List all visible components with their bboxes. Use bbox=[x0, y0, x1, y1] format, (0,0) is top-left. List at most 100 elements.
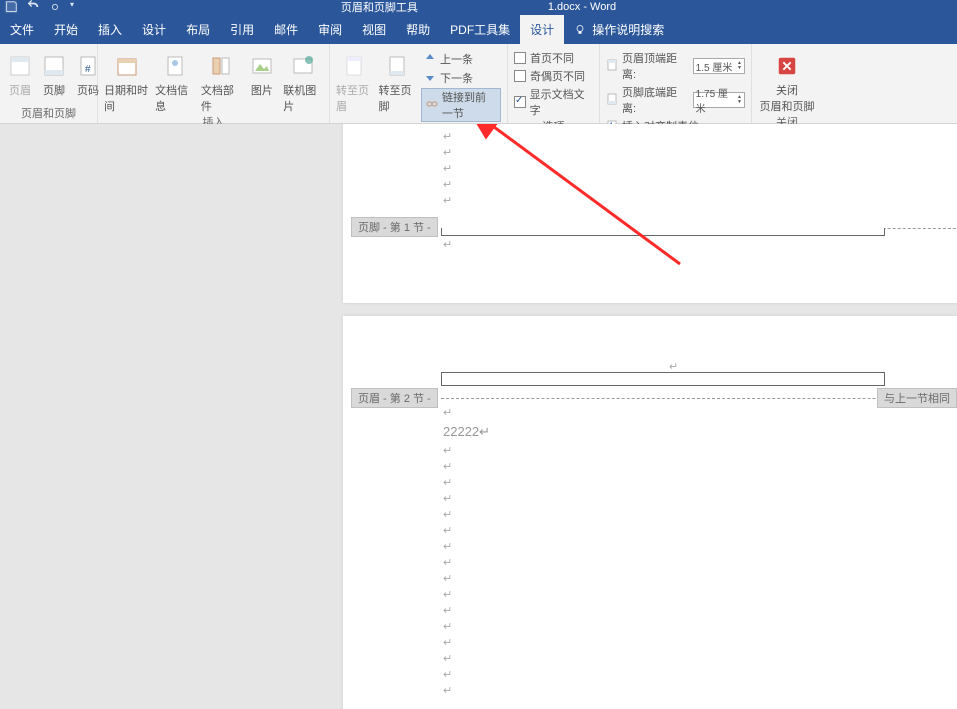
header-distance-input[interactable]: 1.5 厘米 ▲▼ bbox=[693, 58, 745, 74]
show-text-label: 显示文档文字 bbox=[530, 86, 593, 118]
footer-distance-input[interactable]: 1.75 厘米 ▲▼ bbox=[693, 92, 745, 108]
header-label: 页眉 bbox=[9, 82, 31, 98]
header-section-2-tag: 页眉 - 第 2 节 - bbox=[351, 388, 438, 408]
undo-icon[interactable] bbox=[26, 0, 40, 14]
onlinepic-button[interactable]: 联机图片 bbox=[283, 50, 323, 114]
redo-icon[interactable] bbox=[48, 0, 62, 14]
footer-table-row[interactable] bbox=[441, 228, 885, 236]
page-2[interactable]: ↵ 页眉 - 第 2 节 - 与上一节相同 ↵ 22222↵ ↵ ↵ ↵ ↵ ↵… bbox=[343, 316, 957, 709]
onlinepic-label: 联机图片 bbox=[283, 82, 323, 114]
header-dist-label: 页眉顶端距离: bbox=[622, 50, 689, 82]
para-mark: ↵ bbox=[443, 524, 452, 537]
save-icon[interactable] bbox=[4, 0, 18, 14]
tell-me-search[interactable]: 操作说明搜索 bbox=[564, 15, 674, 44]
next-section-button[interactable]: 下一条 bbox=[421, 69, 501, 87]
para-mark: ↵ bbox=[443, 460, 452, 473]
show-text-checkbox[interactable]: 显示文档文字 bbox=[514, 86, 593, 118]
goto-header-icon bbox=[340, 52, 368, 80]
picture-icon bbox=[248, 52, 276, 80]
tab-design[interactable]: 设计 bbox=[132, 15, 176, 44]
same-as-previous-tag: 与上一节相同 bbox=[877, 388, 957, 408]
group-hf-label: 页眉和页脚 bbox=[6, 105, 91, 123]
tab-hf-design[interactable]: 设计 bbox=[520, 15, 564, 44]
goto-header-label: 转至页眉 bbox=[336, 82, 373, 114]
para-mark: ↵ bbox=[443, 476, 452, 489]
tab-home[interactable]: 开始 bbox=[44, 15, 88, 44]
document-workspace[interactable]: ↵ ↵ ↵ ↵ ↵ 页脚 - 第 1 节 - ↵ ↵ 页眉 - 第 2 节 - … bbox=[0, 124, 957, 709]
para-mark: ↵ bbox=[443, 146, 452, 159]
tab-help[interactable]: 帮助 bbox=[396, 15, 440, 44]
para-mark: ↵ bbox=[443, 684, 452, 697]
prev-label: 上一条 bbox=[440, 51, 473, 67]
page-1[interactable]: ↵ ↵ ↵ ↵ ↵ 页脚 - 第 1 节 - ↵ bbox=[343, 124, 957, 303]
tab-mailings[interactable]: 邮件 bbox=[264, 15, 308, 44]
tab-view[interactable]: 视图 bbox=[352, 15, 396, 44]
goto-header-button[interactable]: 转至页眉 bbox=[336, 50, 373, 114]
footer-label: 页脚 bbox=[43, 82, 65, 98]
para-mark: ↵ bbox=[443, 620, 452, 633]
close-label2: 页眉和页脚 bbox=[760, 98, 815, 114]
tab-review[interactable]: 审阅 bbox=[308, 15, 352, 44]
goto-footer-icon bbox=[383, 52, 411, 80]
header-dist-value: 1.5 厘米 bbox=[696, 59, 733, 74]
para-mark: ↵ bbox=[443, 492, 452, 505]
tab-file[interactable]: 文件 bbox=[0, 15, 44, 44]
qat-dropdown-icon[interactable]: ▾ bbox=[70, 0, 84, 14]
diff-first-label: 首页不同 bbox=[530, 50, 574, 66]
footer-dist-label: 页脚底端距离: bbox=[622, 84, 689, 116]
para-mark: ↵ bbox=[443, 636, 452, 649]
tell-me-label: 操作说明搜索 bbox=[592, 21, 664, 38]
footer-section-1-tag: 页脚 - 第 1 节 - bbox=[351, 217, 438, 237]
link-to-previous-button[interactable]: 链接到前一节 bbox=[421, 88, 501, 122]
footer-distance-row: 页脚底端距离: 1.75 厘米 ▲▼ bbox=[606, 84, 745, 116]
contextual-tools-label: 页眉和页脚工具 bbox=[341, 0, 418, 15]
para-mark: ↵ bbox=[443, 556, 452, 569]
tab-insert[interactable]: 插入 bbox=[88, 15, 132, 44]
tab-layout[interactable]: 布局 bbox=[176, 15, 220, 44]
datetime-button[interactable]: 日期和时间 bbox=[104, 50, 149, 114]
ribbon: 页眉 页脚 # 页码 页眉和页脚 日期和时间 bbox=[0, 44, 957, 124]
document-title: 1.docx - Word bbox=[548, 1, 616, 13]
header-table[interactable] bbox=[441, 372, 885, 386]
arrow-up-icon bbox=[424, 52, 436, 67]
header-icon bbox=[6, 52, 34, 80]
svg-text:#: # bbox=[85, 64, 91, 75]
docparts-button[interactable]: 文档部件 bbox=[201, 50, 241, 114]
spinner-arrows-icon[interactable]: ▲▼ bbox=[737, 95, 742, 105]
body-text-line: 22222↵ bbox=[443, 424, 490, 440]
para-mark: ↵ bbox=[443, 178, 452, 191]
spinner-arrows-icon[interactable]: ▲▼ bbox=[737, 61, 742, 71]
onlinepic-icon bbox=[289, 52, 317, 80]
tab-pdf[interactable]: PDF工具集 bbox=[440, 15, 520, 44]
diff-oddeven-label: 奇偶页不同 bbox=[530, 68, 585, 84]
close-label1: 关闭 bbox=[776, 82, 798, 98]
header-button[interactable]: 页眉 bbox=[6, 50, 34, 98]
para-mark: ↵ bbox=[443, 652, 452, 665]
footer-dist-value: 1.75 厘米 bbox=[696, 85, 737, 115]
docinfo-button[interactable]: 文档信息 bbox=[155, 50, 195, 114]
goto-footer-label: 转至页脚 bbox=[379, 82, 416, 114]
picture-label: 图片 bbox=[251, 82, 273, 98]
para-mark: ↵ bbox=[443, 508, 452, 521]
calendar-icon bbox=[113, 52, 141, 80]
para-mark: ↵ bbox=[443, 406, 452, 419]
arrow-down-icon bbox=[424, 71, 436, 86]
para-mark: ↵ bbox=[443, 162, 452, 175]
close-hf-button[interactable]: 关闭 页眉和页脚 bbox=[758, 50, 816, 114]
header-distance-row: 页眉顶端距离: 1.5 厘米 ▲▼ bbox=[606, 50, 745, 82]
footer-dist-icon bbox=[606, 93, 618, 108]
picture-button[interactable]: 图片 bbox=[247, 50, 278, 98]
goto-footer-button[interactable]: 转至页脚 bbox=[379, 50, 416, 114]
prev-section-button[interactable]: 上一条 bbox=[421, 50, 501, 68]
diff-first-checkbox[interactable]: 首页不同 bbox=[514, 50, 593, 66]
diff-oddeven-checkbox[interactable]: 奇偶页不同 bbox=[514, 68, 593, 84]
tab-references[interactable]: 引用 bbox=[220, 15, 264, 44]
docinfo-icon bbox=[161, 52, 189, 80]
pagenum-label: 页码 bbox=[77, 82, 99, 98]
para-mark: ↵ bbox=[443, 238, 452, 251]
next-label: 下一条 bbox=[440, 70, 473, 86]
docparts-label: 文档部件 bbox=[201, 82, 241, 114]
footer-button[interactable]: 页脚 bbox=[40, 50, 68, 98]
link-label: 链接到前一节 bbox=[442, 89, 496, 121]
para-mark: ↵ bbox=[443, 604, 452, 617]
